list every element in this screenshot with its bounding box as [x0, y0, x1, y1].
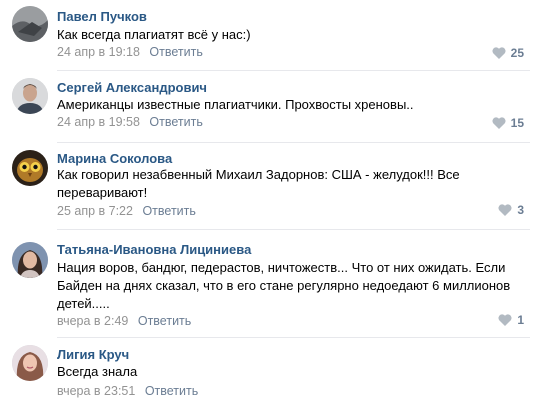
comments-list: Павел Пучков Как всегда плагиатят всё у …	[0, 0, 544, 410]
comment-item: Лигия Круч Всегда знала вчера в 23:51 От…	[0, 338, 544, 410]
avatar[interactable]	[12, 242, 48, 278]
comment-date[interactable]: 24 апр в 19:18	[57, 45, 140, 59]
divider	[57, 70, 530, 71]
comment-date[interactable]: вчера в 23:51	[57, 384, 135, 398]
comment-item: Татьяна-Ивановна Лициниева Нация воров, …	[0, 233, 544, 338]
comment-text: Как говорил незабвенный Михаил Задорнов:…	[57, 167, 460, 200]
comment-text: Американцы известные плагиатчики. Прохво…	[57, 97, 414, 112]
avatar[interactable]	[12, 345, 48, 381]
like-button[interactable]: 25	[492, 46, 524, 60]
comment-meta: 24 апр в 19:58 Ответить	[57, 115, 203, 129]
divider	[57, 142, 530, 143]
comment-meta: 24 апр в 19:18 Ответить	[57, 45, 203, 59]
comment-text: Как всегда плагиатят всё у нас:)	[57, 27, 251, 42]
heart-icon	[492, 47, 506, 59]
comment-date[interactable]: 25 апр в 7:22	[57, 204, 133, 218]
like-count: 15	[510, 116, 524, 130]
like-button[interactable]: 3	[498, 203, 524, 217]
heart-icon	[498, 314, 512, 326]
comment-text: Нация воров, бандюг, педерастов, ничтоже…	[57, 260, 511, 311]
heart-icon	[492, 117, 506, 129]
comment-author[interactable]: Лигия Круч	[57, 347, 129, 362]
avatar[interactable]	[12, 78, 48, 114]
comment-meta: вчера в 23:51 Ответить	[57, 384, 198, 398]
comment-text: Всегда знала	[57, 364, 138, 379]
comment-author[interactable]: Павел Пучков	[57, 9, 147, 24]
avatar[interactable]	[12, 150, 48, 186]
heart-icon	[498, 204, 512, 216]
comment-meta: вчера в 2:49 Ответить	[57, 314, 191, 328]
reply-button[interactable]: Ответить	[149, 115, 202, 129]
like-button[interactable]: 1	[498, 313, 524, 327]
reply-button[interactable]: Ответить	[149, 45, 202, 59]
reply-button[interactable]: Ответить	[142, 204, 195, 218]
comment-meta: 25 апр в 7:22 Ответить	[57, 204, 196, 218]
comment-author[interactable]: Сергей Александрович	[57, 80, 207, 95]
divider	[57, 229, 530, 230]
comment-item: Сергей Александрович Американцы известны…	[0, 76, 544, 146]
like-count: 1	[517, 313, 524, 327]
like-count: 3	[517, 203, 524, 217]
comment-item: Марина Соколова Как говорил незабвенный …	[0, 146, 544, 233]
reply-button[interactable]: Ответить	[138, 314, 191, 328]
comment-item: Павел Пучков Как всегда плагиатят всё у …	[0, 0, 544, 76]
comment-author[interactable]: Татьяна-Ивановна Лициниева	[57, 242, 251, 257]
like-button[interactable]: 15	[492, 116, 524, 130]
comment-author[interactable]: Марина Соколова	[57, 151, 172, 166]
comment-date[interactable]: вчера в 2:49	[57, 314, 128, 328]
reply-button[interactable]: Ответить	[145, 384, 198, 398]
like-count: 25	[510, 46, 524, 60]
avatar[interactable]	[12, 6, 48, 42]
comment-date[interactable]: 24 апр в 19:58	[57, 115, 140, 129]
